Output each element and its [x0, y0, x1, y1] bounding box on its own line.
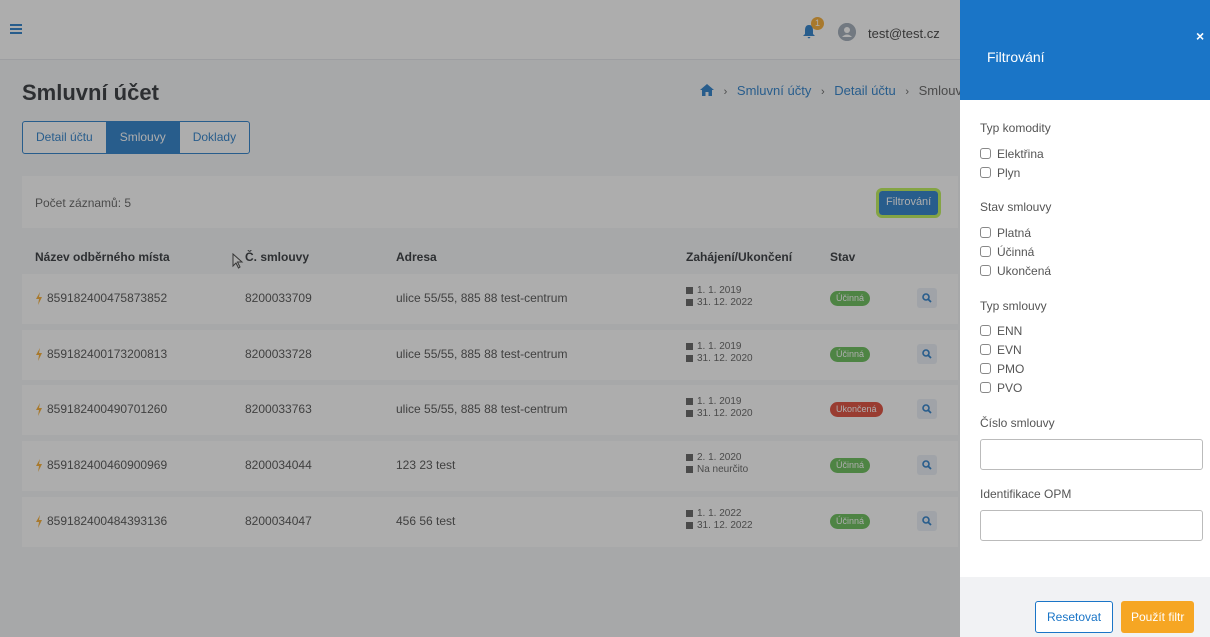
filter-panel-title: Filtrování [987, 49, 1045, 65]
checkbox-enn[interactable]: ENN [980, 324, 1022, 338]
filter-panel-footer: Resetovat Použít filtr [960, 577, 1210, 637]
contract-number-label: Číslo smlouvy [980, 416, 1055, 430]
filter-panel: Filtrování × Typ komodity Elektřina Plyn… [960, 0, 1210, 637]
checkbox-valid[interactable]: Platná [980, 226, 1031, 240]
checkbox-effective[interactable]: Účinná [980, 245, 1034, 259]
checkbox-evn[interactable]: EVN [980, 343, 1022, 357]
modal-backdrop[interactable] [0, 0, 960, 637]
checkbox-electricity[interactable]: Elektřina [980, 147, 1044, 161]
close-icon[interactable]: × [1196, 28, 1204, 44]
filter-panel-header: Filtrování × [960, 0, 1210, 100]
commodity-type-label: Typ komodity [980, 121, 1051, 135]
checkbox-gas[interactable]: Plyn [980, 166, 1020, 180]
apply-filter-button[interactable]: Použít filtr [1121, 601, 1195, 633]
checkbox-pmo[interactable]: PMO [980, 362, 1024, 376]
reset-button[interactable]: Resetovat [1035, 601, 1114, 633]
checkbox-pvo[interactable]: PVO [980, 381, 1022, 395]
contract-state-label: Stav smlouvy [980, 200, 1052, 214]
contract-type-label: Typ smlouvy [980, 299, 1047, 313]
opm-label: Identifikace OPM [980, 487, 1072, 501]
opm-input[interactable] [980, 510, 1203, 541]
checkbox-ended[interactable]: Ukončená [980, 264, 1051, 278]
contract-number-input[interactable] [980, 439, 1203, 470]
